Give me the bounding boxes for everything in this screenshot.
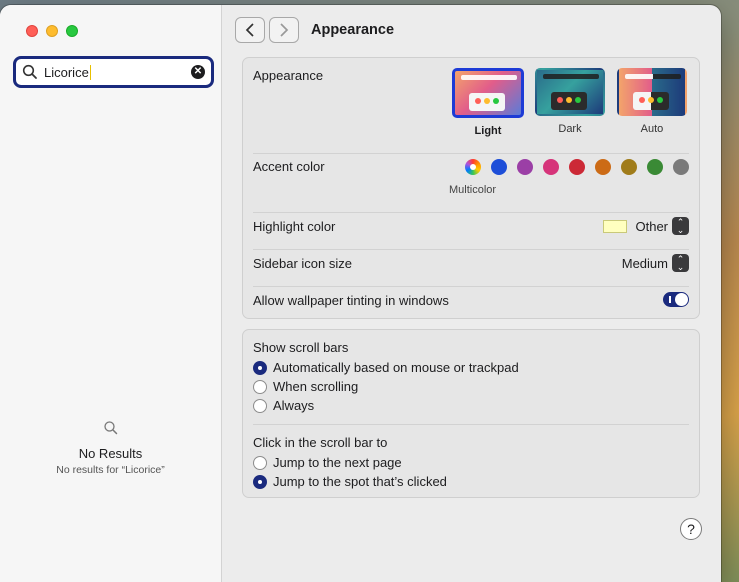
appearance-option-label: Light <box>474 125 502 137</box>
highlight-color-popup[interactable]: Other ⌃ ⌄ <box>603 217 689 235</box>
appearance-option-label: Dark <box>558 123 582 135</box>
accent-graphite-swatch[interactable] <box>673 159 689 175</box>
appearance-option-light[interactable]: Light <box>451 68 525 137</box>
show-scroll-bars-heading: Show scroll bars <box>253 340 689 355</box>
divider <box>253 424 689 425</box>
wallpaper-tinting-row: Allow wallpaper tinting in windows <box>253 292 689 313</box>
text-caret <box>89 64 92 80</box>
appearance-option-auto[interactable]: Auto <box>615 68 689 137</box>
toggle-knob <box>675 293 688 306</box>
sidebar-icon-size-value: Medium <box>621 255 668 271</box>
radio-label: Automatically based on mouse or trackpad <box>273 360 519 375</box>
search-icon <box>103 421 117 435</box>
radio-jump-next-page[interactable]: Jump to the next page <box>253 455 402 470</box>
no-results-title: No Results <box>78 446 143 461</box>
no-results: No Results No results for “Licorice” <box>0 420 221 476</box>
preview-menubar <box>625 74 681 79</box>
accent-pink-swatch[interactable] <box>543 159 559 175</box>
appearance-options: Light Dark Auto <box>451 68 689 137</box>
toggle-on-mark <box>669 296 671 303</box>
forward-button[interactable] <box>269 17 299 43</box>
help-button[interactable]: ? <box>680 518 702 540</box>
radio-label: When scrolling <box>273 379 359 394</box>
up-down-chevron-icon: ⌃ ⌄ <box>672 217 689 235</box>
preview-dots <box>639 97 663 103</box>
radio-scroll-always[interactable]: Always <box>253 398 314 413</box>
accent-selected-label: Multicolor <box>449 184 497 196</box>
preview-menubar <box>461 75 517 80</box>
radio-button[interactable] <box>253 474 267 489</box>
sidebar-icon-size-row: Sidebar icon size Medium ⌃ ⌄ <box>253 254 689 276</box>
chevron-left-icon <box>245 23 254 37</box>
zoom-window-button[interactable] <box>66 25 78 37</box>
search-icon <box>22 64 37 79</box>
accent-color-label: Accent color <box>253 159 325 174</box>
search-input-value: Licorice <box>44 64 89 80</box>
radio-button[interactable] <box>253 398 267 413</box>
no-results-subtitle: No results for “Licorice” <box>56 464 165 476</box>
accent-blue-swatch[interactable] <box>491 159 507 175</box>
radio-scroll-when-scrolling[interactable]: When scrolling <box>253 379 358 394</box>
highlight-color-label: Highlight color <box>253 219 336 234</box>
main-pane: Appearance Appearance Light Dark Auto Ac… <box>222 5 721 582</box>
appearance-option-dark[interactable]: Dark <box>533 68 607 137</box>
wallpaper-tinting-toggle[interactable] <box>663 292 689 307</box>
auto-mode-preview <box>617 68 687 116</box>
accent-orange-swatch[interactable] <box>595 159 611 175</box>
page-title: Appearance <box>311 22 395 38</box>
accent-color-row: Accent color Multicolor <box>253 159 689 209</box>
divider <box>253 212 689 213</box>
accent-swatches <box>465 159 689 175</box>
accent-red-swatch[interactable] <box>569 159 585 175</box>
search-field[interactable]: Licorice ✕ <box>13 56 214 88</box>
radio-button[interactable] <box>253 360 267 375</box>
appearance-option-label: Auto <box>640 123 664 135</box>
appearance-row: Appearance Light Dark Auto <box>253 68 689 148</box>
highlight-color-row: Highlight color Other ⌃ ⌄ <box>253 217 689 239</box>
light-mode-preview <box>452 68 524 118</box>
close-window-button[interactable] <box>26 25 38 37</box>
highlight-color-swatch <box>603 219 628 233</box>
click-scroll-heading: Click in the scroll bar to <box>253 435 689 450</box>
radio-button[interactable] <box>253 379 267 394</box>
window-controls <box>26 25 78 37</box>
wallpaper-tinting-label: Allow wallpaper tinting in windows <box>253 293 449 308</box>
search-input[interactable]: Licorice <box>44 64 191 80</box>
divider <box>253 286 689 287</box>
accent-purple-swatch[interactable] <box>517 159 533 175</box>
up-down-chevron-icon: ⌃ ⌄ <box>672 254 689 272</box>
preview-dots <box>475 98 499 104</box>
preview-menubar <box>543 74 599 79</box>
sidebar-icon-size-label: Sidebar icon size <box>253 256 352 271</box>
radio-label: Always <box>273 398 315 413</box>
chevron-right-icon <box>280 23 289 37</box>
appearance-group: Appearance Light Dark Auto Accent color … <box>242 57 700 319</box>
show-scroll-bars-label: Show scroll bars <box>253 340 349 355</box>
settings-window: Licorice ✕ No Results No results for “Li… <box>0 5 721 582</box>
radio-button[interactable] <box>253 455 267 470</box>
minimize-window-button[interactable] <box>46 25 58 37</box>
sidebar: Licorice ✕ No Results No results for “Li… <box>0 5 222 582</box>
click-scroll-label: Click in the scroll bar to <box>253 435 388 450</box>
preview-dots <box>557 97 581 103</box>
scroll-bars-group: Show scroll bars Automatically based on … <box>242 329 700 498</box>
sidebar-icon-size-popup[interactable]: Medium ⌃ ⌄ <box>622 254 689 272</box>
accent-yellow-swatch[interactable] <box>621 159 637 175</box>
radio-label: Jump to the next page <box>273 455 402 470</box>
accent-green-swatch[interactable] <box>647 159 663 175</box>
appearance-label: Appearance <box>253 68 324 83</box>
clear-search-icon[interactable]: ✕ <box>191 65 205 79</box>
highlight-color-value: Other <box>635 218 668 234</box>
divider <box>253 249 689 250</box>
divider <box>253 153 689 154</box>
dark-mode-preview <box>535 68 605 116</box>
radio-jump-to-spot[interactable]: Jump to the spot that’s clicked <box>253 474 447 489</box>
radio-label: Jump to the spot that’s clicked <box>273 474 447 489</box>
radio-scroll-auto[interactable]: Automatically based on mouse or trackpad <box>253 360 519 375</box>
accent-multicolor-swatch[interactable] <box>465 159 481 175</box>
back-button[interactable] <box>235 17 265 43</box>
